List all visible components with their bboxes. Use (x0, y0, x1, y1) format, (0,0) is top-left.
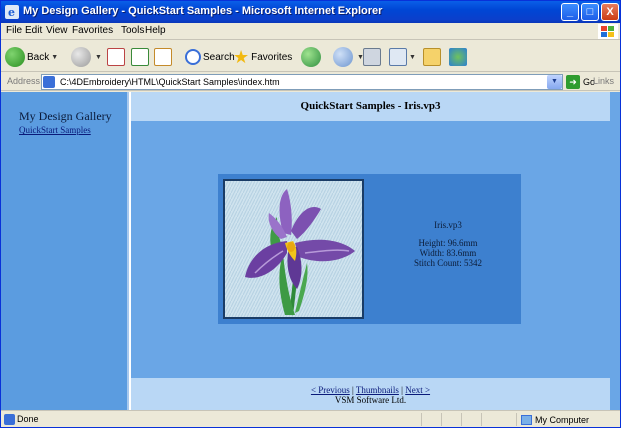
footer-nav: < Previous | Thumbnails | Next > (131, 385, 610, 395)
close-button[interactable]: X (601, 3, 619, 21)
favorites-button[interactable]: ★ Favorites (233, 46, 292, 68)
design-panel: Iris.vp3 Height: 96.6mm Width: 83.6mm St… (218, 174, 521, 324)
quickstart-samples-link[interactable]: QuickStart Samples (19, 125, 91, 135)
title-bar[interactable]: e My Design Gallery - QuickStart Samples… (1, 1, 620, 23)
folder-button[interactable] (423, 46, 441, 68)
forward-dropdown-icon[interactable]: ▼ (95, 54, 102, 61)
minimize-button[interactable]: _ (561, 3, 579, 21)
my-computer-icon (521, 414, 532, 425)
status-bar: Done My Computer (1, 410, 620, 427)
back-dropdown-icon[interactable]: ▼ (51, 54, 58, 61)
menu-edit[interactable]: Edit (25, 25, 42, 36)
page-title: QuickStart Samples - Iris.vp3 (131, 92, 610, 121)
previous-link[interactable]: < Previous (311, 385, 350, 395)
gallery-footer: < Previous | Thumbnails | Next > VSM Sof… (131, 378, 610, 410)
address-dropdown-icon[interactable]: ▼ (547, 75, 562, 89)
menu-file[interactable]: File (6, 25, 22, 36)
page-icon (43, 76, 55, 88)
iris-embroidery-image (225, 181, 362, 317)
messenger-icon (449, 48, 467, 66)
ie-app-icon: e (5, 5, 19, 19)
forward-arrow-icon (71, 47, 91, 67)
back-label: Back (27, 51, 50, 63)
edit-button[interactable]: ▼ (389, 46, 416, 68)
thumbnails-link[interactable]: Thumbnails (356, 385, 399, 395)
status-divider (441, 413, 442, 426)
go-button[interactable]: ➜ Go (566, 75, 595, 89)
menu-view[interactable]: View (46, 25, 68, 36)
status-divider (421, 413, 422, 426)
links-button[interactable]: Links (593, 76, 614, 86)
gallery-sidebar: My Design Gallery QuickStart Samples (1, 92, 129, 410)
design-thumbnail[interactable] (223, 179, 364, 319)
menu-favorites[interactable]: Favorites (72, 25, 113, 36)
window-title: My Design Gallery - QuickStart Samples -… (23, 5, 383, 17)
browser-window: e My Design Gallery - QuickStart Samples… (0, 0, 621, 428)
design-stitch-count: Stitch Count: 5342 (413, 258, 482, 268)
maximize-button[interactable]: □ (581, 3, 599, 21)
menu-tools[interactable]: Tools (121, 25, 144, 36)
home-icon (154, 48, 172, 66)
page-done-icon (4, 414, 15, 425)
refresh-icon (131, 48, 149, 66)
menu-help[interactable]: Help (145, 25, 166, 36)
refresh-button[interactable] (131, 46, 149, 68)
page-content: My Design Gallery QuickStart Samples Qui… (1, 92, 620, 410)
folder-icon (423, 48, 441, 66)
windows-logo-icon (598, 24, 618, 39)
home-button[interactable] (154, 46, 172, 68)
status-divider (461, 413, 462, 426)
zone-label: My Computer (535, 414, 590, 425)
media-icon (301, 47, 321, 67)
back-button[interactable]: Back ▼ (5, 46, 58, 68)
stop-button[interactable] (107, 46, 125, 68)
status-divider (481, 413, 482, 426)
print-button[interactable] (363, 46, 381, 68)
media-button[interactable] (301, 46, 323, 68)
edit-page-icon (389, 48, 407, 66)
design-filename: Iris.vp3 (434, 220, 462, 230)
stop-icon (107, 48, 125, 66)
search-icon (185, 49, 201, 65)
address-input[interactable]: C:\4DEmbroidery\HTML\QuickStart Samples\… (41, 74, 563, 90)
address-bar: Address C:\4DEmbroidery\HTML\QuickStart … (1, 73, 620, 91)
standard-toolbar: Back ▼ ▼ Search ★ Favorites ▼ ▼ (1, 41, 620, 72)
address-label: Address (7, 76, 41, 86)
gallery-title: My Design Gallery (19, 109, 112, 123)
next-link[interactable]: Next > (405, 385, 430, 395)
search-label: Search (203, 51, 235, 63)
favorites-star-icon: ★ (233, 46, 250, 67)
print-icon (363, 48, 381, 66)
design-width: Width: 83.6mm (419, 248, 477, 258)
edit-dropdown-icon[interactable]: ▼ (409, 54, 416, 61)
menu-bar: File Edit View Favorites Tools Help (1, 23, 620, 40)
messenger-button[interactable] (449, 46, 467, 68)
go-arrow-icon: ➜ (566, 75, 580, 89)
search-button[interactable]: Search (185, 46, 235, 68)
favorites-label: Favorites (251, 51, 293, 63)
design-info: Iris.vp3 Height: 96.6mm Width: 83.6mm St… (388, 220, 508, 268)
company-name: VSM Software Ltd. (334, 395, 407, 405)
history-icon (333, 47, 353, 67)
security-zone: My Computer (516, 413, 616, 426)
svg-text:e: e (8, 6, 15, 19)
back-arrow-icon (5, 47, 25, 67)
forward-button[interactable]: ▼ (71, 46, 102, 68)
design-height: Height: 96.6mm (418, 238, 478, 248)
main-frame: QuickStart Samples - Iris.vp3 Iris.vp3 H… (131, 92, 620, 410)
history-button[interactable]: ▼ (333, 46, 364, 68)
status-text: Done (17, 414, 39, 424)
